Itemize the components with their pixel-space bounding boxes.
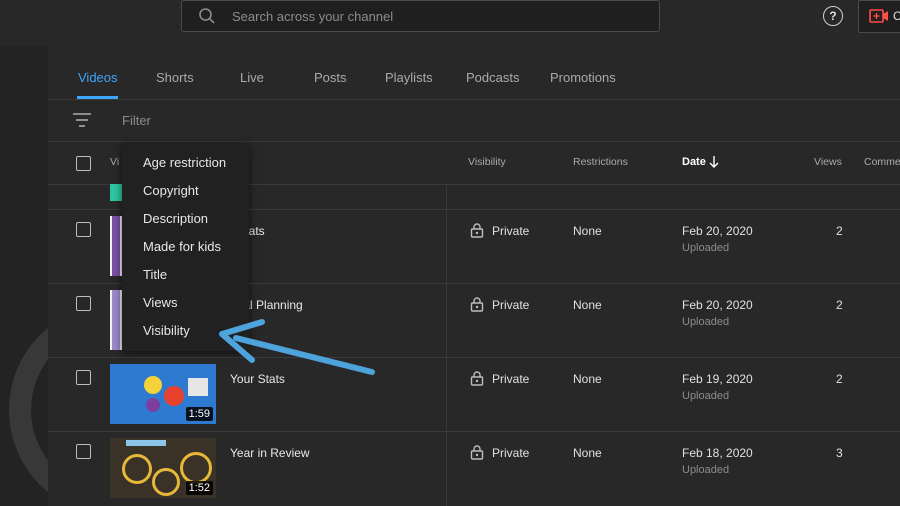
annotation-arrow xyxy=(219,319,375,375)
